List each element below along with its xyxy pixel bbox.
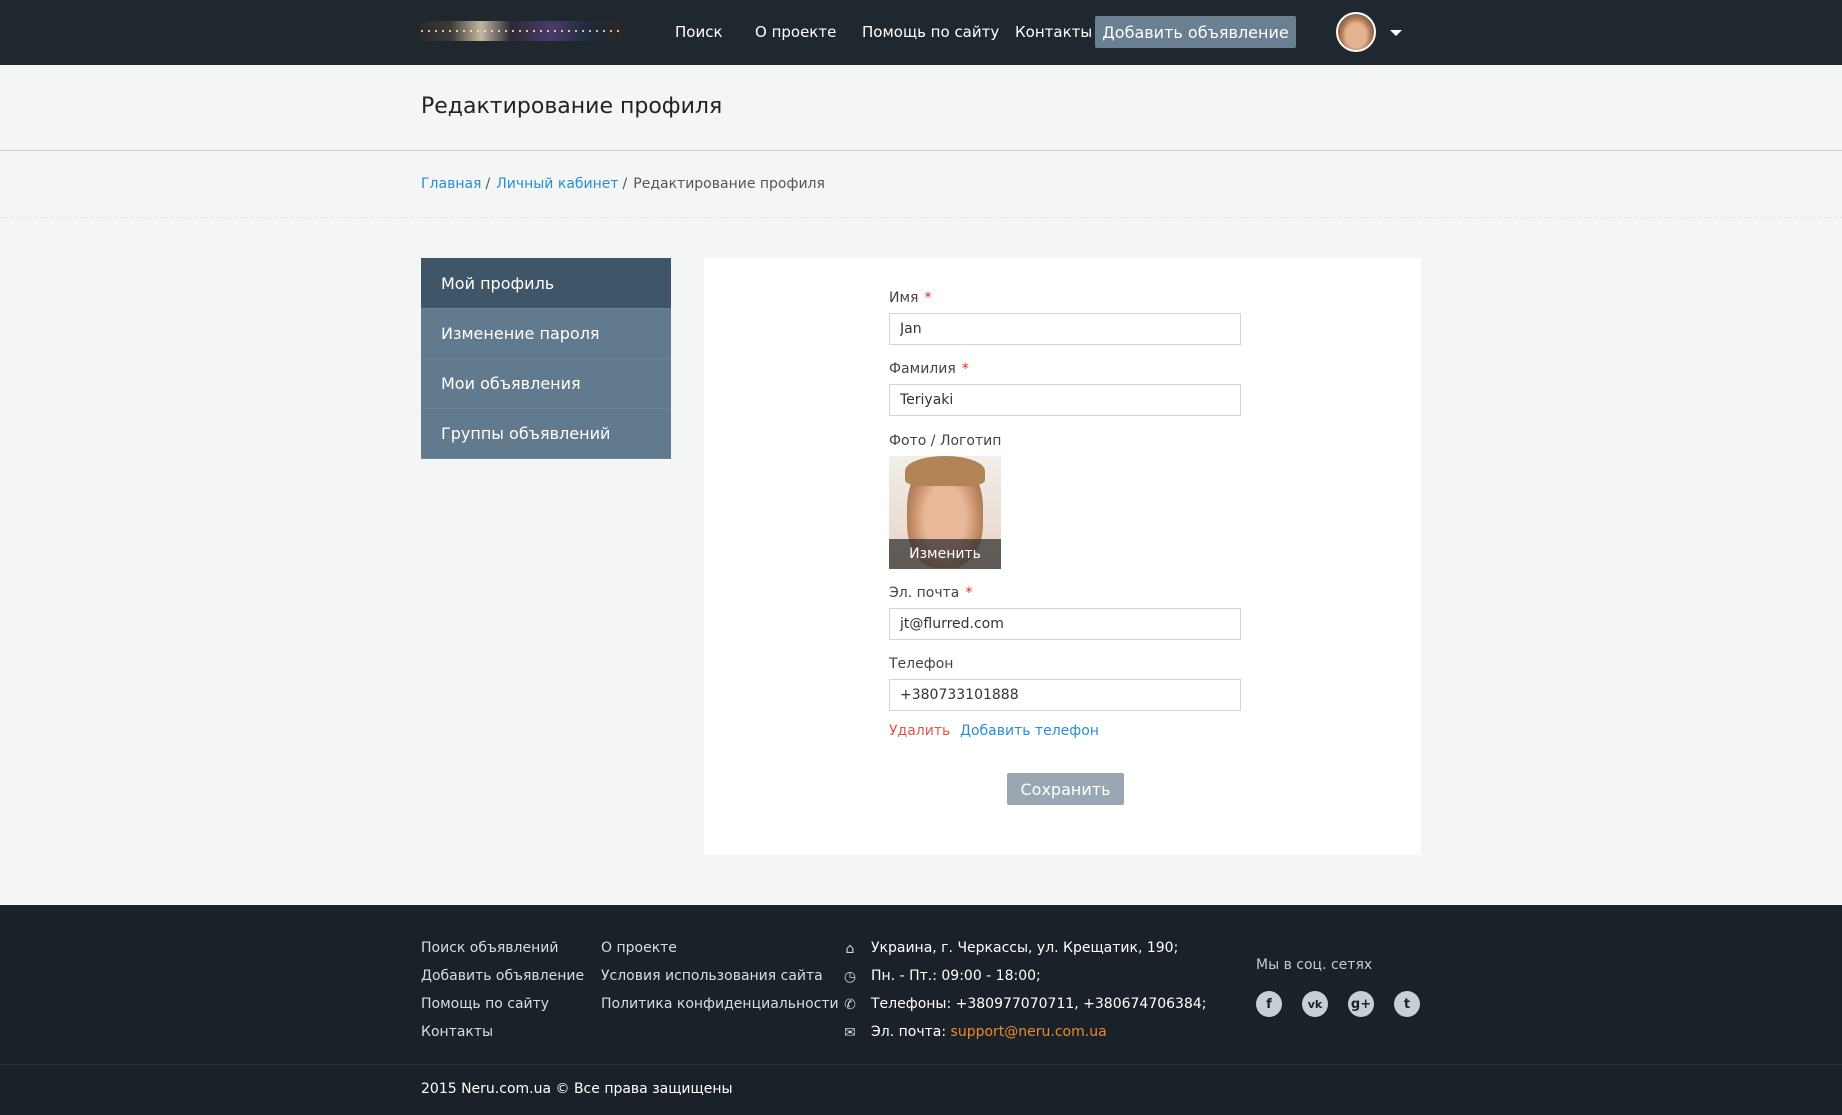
profile-photo[interactable]: Изменить <box>889 456 1001 569</box>
required-mark: * <box>961 361 969 377</box>
social-title: Мы в соц. сетях <box>1256 957 1373 973</box>
last-name-field[interactable] <box>889 384 1241 416</box>
add-listing-button[interactable]: Добавить объявление <box>1095 16 1296 48</box>
photo-hair <box>905 456 985 486</box>
sidebar-item-my-profile[interactable]: Мой профиль <box>421 258 671 309</box>
required-mark: * <box>924 290 932 306</box>
change-photo-button[interactable]: Изменить <box>889 539 1001 569</box>
facebook-icon[interactable]: f <box>1256 991 1282 1017</box>
phone-icon: ✆ <box>844 997 856 1013</box>
email-field[interactable] <box>889 608 1241 640</box>
required-mark: * <box>965 585 973 601</box>
footer-link-contacts[interactable]: Контакты <box>421 1024 493 1040</box>
add-phone-link[interactable]: Добавить телефон <box>960 723 1099 739</box>
footer-phones: Телефоны: +380977070711, +380674706384; <box>871 996 1207 1012</box>
clock-icon: ◷ <box>843 969 857 985</box>
footer-link-terms[interactable]: Условия использования сайта <box>601 968 823 984</box>
mail-icon: ✉ <box>844 1025 856 1041</box>
nav-about[interactable]: О проекте <box>755 23 836 41</box>
page-title: Редактирование профиля <box>421 94 723 119</box>
copyright: 2015 Neru.com.ua © Все права защищены <box>421 1081 733 1097</box>
page-title-band <box>0 65 1842 151</box>
breadcrumb-current: Редактирование профиля <box>633 176 825 192</box>
email-label-text: Эл. почта <box>889 585 960 601</box>
phone-field[interactable] <box>889 679 1241 711</box>
first-name-label-text: Имя <box>889 290 919 306</box>
first-name-label: Имя * <box>889 290 931 306</box>
phone-label: Телефон <box>889 656 954 672</box>
user-avatar[interactable] <box>1336 12 1376 52</box>
sidebar-item-listing-groups[interactable]: Группы объявлений <box>421 409 671 459</box>
twitter-icon[interactable]: t <box>1394 991 1420 1017</box>
footer-address: Украина, г. Черкассы, ул. Крещатик, 190; <box>871 940 1179 956</box>
chevron-down-icon[interactable] <box>1390 30 1402 36</box>
nav-help[interactable]: Помощь по сайту <box>862 23 999 41</box>
sidebar-item-my-listings[interactable]: Мои объявления <box>421 359 671 409</box>
nav-search[interactable]: Поиск <box>675 23 723 41</box>
footer-hours: Пн. - Пт.: 09:00 - 18:00; <box>871 968 1041 984</box>
footer-link-about[interactable]: О проекте <box>601 940 677 956</box>
delete-phone-link[interactable]: Удалить <box>889 723 950 739</box>
profile-sidebar: Мой профиль Изменение пароля Мои объявле… <box>421 258 671 459</box>
footer-divider <box>0 1064 1842 1065</box>
footer-link-help[interactable]: Помощь по сайту <box>421 996 549 1012</box>
sidebar-item-change-password[interactable]: Изменение пароля <box>421 309 671 359</box>
photo-label: Фото / Логотип <box>889 433 1002 449</box>
footer-email-prefix: Эл. почта: <box>871 1024 947 1040</box>
breadcrumb-home[interactable]: Главная <box>421 176 481 192</box>
divider <box>0 217 1842 218</box>
google-plus-icon[interactable]: g+ <box>1348 991 1374 1017</box>
logo-lights <box>421 30 621 32</box>
site-logo[interactable] <box>421 21 621 41</box>
email-label: Эл. почта * <box>889 585 972 601</box>
nav-contacts[interactable]: Контакты <box>1015 23 1092 41</box>
last-name-label: Фамилия * <box>889 361 969 377</box>
breadcrumb-account[interactable]: Личный кабинет <box>496 176 618 192</box>
breadcrumb-separator: / <box>485 176 491 192</box>
breadcrumb: Главная / Личный кабинет / Редактирование пр… <box>421 176 825 192</box>
top-navbar: Поиск О проекте Помощь по сайту Контакты… <box>0 0 1842 65</box>
footer-link-privacy[interactable]: Политика конфиденциальности <box>601 996 839 1012</box>
footer-link-search[interactable]: Поиск объявлений <box>421 940 558 956</box>
save-button[interactable]: Сохранить <box>1007 773 1124 805</box>
vk-icon[interactable]: vk <box>1302 991 1328 1017</box>
last-name-label-text: Фамилия <box>889 361 956 377</box>
footer-email-line: Эл. почта: support@neru.com.ua <box>871 1024 1107 1040</box>
breadcrumb-separator: / <box>622 176 628 192</box>
home-icon: ⌂ <box>845 941 855 957</box>
profile-form-card <box>704 258 1421 855</box>
footer-email-link[interactable]: support@neru.com.ua <box>951 1024 1107 1040</box>
first-name-field[interactable] <box>889 313 1241 345</box>
footer-link-add[interactable]: Добавить объявление <box>421 968 584 984</box>
